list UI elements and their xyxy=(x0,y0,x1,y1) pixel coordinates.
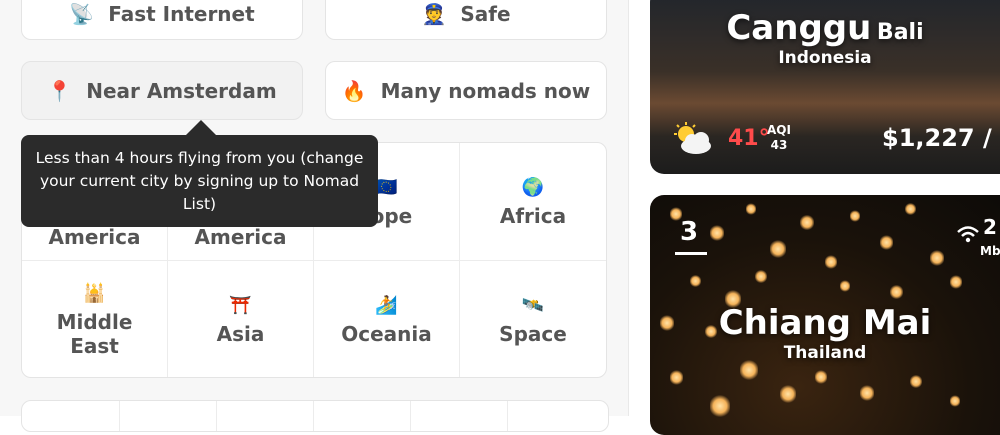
city-card-canggu[interactable]: Canggu Bali Indonesia 41° AQI 43 $1,227 … xyxy=(650,0,1000,174)
region-label: America xyxy=(194,224,287,249)
city-country: Indonesia xyxy=(778,48,872,68)
region-label: America xyxy=(48,224,141,249)
filter-label: Safe xyxy=(460,2,511,26)
temperature: 41° xyxy=(728,126,770,151)
region-label: Space xyxy=(499,322,567,346)
filter-safe[interactable]: 👮 Safe xyxy=(325,0,607,40)
map-pin-icon: 📍 xyxy=(47,78,73,103)
region-label: Middle East xyxy=(56,310,133,358)
region-oceania[interactable]: 🏄 Oceania xyxy=(314,261,460,377)
city-region: Bali xyxy=(876,20,924,45)
filter-many-nomads[interactable]: 🔥 Many nomads now xyxy=(325,61,607,120)
divider xyxy=(410,401,411,431)
filter-label: Many nomads now xyxy=(380,78,591,103)
filter-label: Fast Internet xyxy=(108,2,255,26)
satellite-dish-icon: 📡 xyxy=(69,2,95,26)
surfer-icon: 🏄 xyxy=(375,295,398,316)
city-title: Chiang Mai xyxy=(718,303,932,343)
region-middle-east[interactable]: 🕌 Middle East xyxy=(22,261,168,377)
city-name: Chiang Mai xyxy=(650,303,1000,343)
region-africa[interactable]: 🌍 Africa xyxy=(460,143,606,261)
city-rank: 3 xyxy=(680,217,699,247)
city-name: Canggu Bali xyxy=(650,8,1000,48)
divider xyxy=(313,401,314,431)
region-label: Africa xyxy=(499,203,567,228)
city-country: Thailand xyxy=(783,343,867,363)
near-tooltip: Less than 4 hours flying from you (chang… xyxy=(21,135,378,227)
region-label: Oceania xyxy=(341,322,432,346)
satellite-icon: 🛰️ xyxy=(521,295,545,316)
wifi-icon xyxy=(957,226,979,243)
fire-icon: 🔥 xyxy=(341,78,367,103)
eu-flag-icon: 🇪🇺 xyxy=(375,176,398,198)
filter-near-amsterdam[interactable]: 📍 Near Amsterdam xyxy=(21,61,303,120)
filter-fast-internet[interactable]: 📡 Fast Internet xyxy=(21,0,303,40)
filters-panel: 📡 Fast Internet 👮 Safe 📍 Near Amsterdam … xyxy=(0,0,629,432)
city-card-chiang-mai[interactable]: 3 2 Mb Chiang Mai Thailand xyxy=(650,195,1000,435)
wifi-unit: Mb xyxy=(980,244,1000,258)
region-label: Asia xyxy=(216,322,265,346)
aqi-label: AQI xyxy=(767,123,791,137)
aqi-value: 43 xyxy=(770,138,788,152)
region-asia[interactable]: ⛩️ Asia xyxy=(168,261,314,377)
torii-gate-icon: ⛩️ xyxy=(229,295,252,316)
globe-africa-icon: 🌍 xyxy=(521,176,545,198)
city-title: Canggu xyxy=(726,8,872,48)
partly-cloudy-icon xyxy=(674,122,711,154)
tooltip-arrow xyxy=(186,120,216,135)
police-officer-icon: 👮 xyxy=(421,2,447,26)
rank-underline xyxy=(675,252,707,255)
region-grid-next-row xyxy=(21,400,609,432)
divider xyxy=(507,401,508,431)
mosque-icon: 🕌 xyxy=(83,283,106,304)
region-space[interactable]: 🛰️ Space xyxy=(460,261,606,377)
divider xyxy=(119,401,120,431)
filter-label: Near Amsterdam xyxy=(86,78,277,103)
wifi-speed: 2 xyxy=(983,215,997,239)
cost-of-living: $1,227 / m xyxy=(882,124,1000,152)
air-quality: AQI 43 xyxy=(767,123,791,153)
divider xyxy=(216,401,217,431)
